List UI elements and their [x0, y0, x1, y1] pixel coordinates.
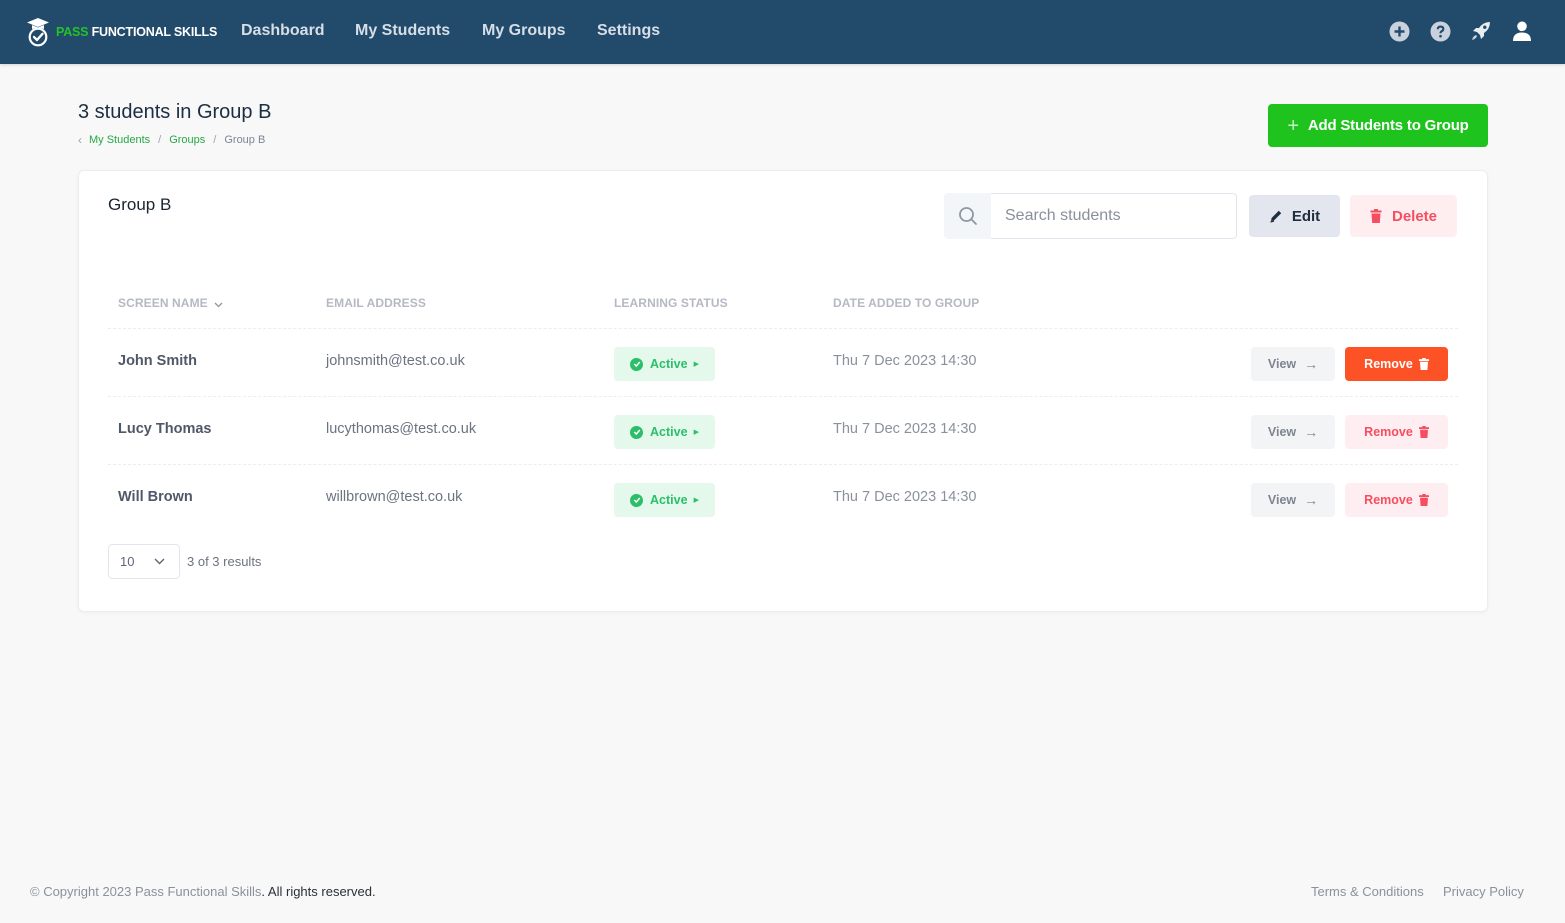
- add-students-to-group-button[interactable]: + Add Students to Group: [1268, 104, 1488, 147]
- status-badge[interactable]: Active ▶: [614, 347, 715, 381]
- logo[interactable]: PASS FUNCTIONAL SKILLS: [26, 17, 217, 47]
- trash-icon: [1418, 358, 1429, 370]
- delete-button[interactable]: Delete: [1350, 195, 1457, 237]
- logo-text-pass: PASS: [56, 25, 89, 39]
- table-row: Lucy Thomas lucythomas@test.co.uk Active…: [108, 397, 1458, 465]
- student-email: johnsmith@test.co.uk: [326, 353, 465, 369]
- logo-text: PASS FUNCTIONAL SKILLS: [56, 25, 217, 39]
- copyright-text: © Copyright 2023 Pass Functional Skills: [30, 884, 262, 899]
- logo-icon: [27, 18, 49, 47]
- chevron-left-icon[interactable]: ‹: [78, 133, 82, 147]
- breadcrumb-groups[interactable]: Groups: [169, 134, 205, 146]
- caret-right-icon: ▶: [693, 497, 699, 504]
- edit-button[interactable]: Edit: [1249, 195, 1340, 237]
- student-email: lucythomas@test.co.uk: [326, 421, 477, 437]
- status-badge[interactable]: Active ▶: [614, 415, 715, 449]
- chevron-down-icon: [214, 297, 223, 311]
- status-label: Active: [650, 493, 688, 507]
- remove-button[interactable]: Remove: [1345, 483, 1448, 517]
- date-added: Thu 7 Dec 2023 14:30: [833, 489, 977, 505]
- group-card: Group B Edit Delete Screen Name Email Ad…: [78, 170, 1488, 612]
- arrow-right-icon: →: [1304, 492, 1319, 508]
- student-email: willbrown@test.co.uk: [326, 489, 463, 505]
- nav-my-students[interactable]: My Students: [355, 22, 450, 40]
- rocket-icon[interactable]: [1470, 20, 1492, 42]
- date-added: Thu 7 Dec 2023 14:30: [833, 421, 977, 437]
- pagination: 10 3 of 3 results: [108, 544, 261, 579]
- remove-label: Remove: [1364, 425, 1413, 439]
- check-circle-icon: [630, 357, 644, 371]
- logo-text-rest: FUNCTIONAL SKILLS: [91, 25, 218, 39]
- remove-label: Remove: [1364, 357, 1413, 371]
- view-label: View: [1267, 425, 1297, 439]
- remove-button[interactable]: Remove: [1345, 347, 1448, 381]
- edit-label: Edit: [1291, 207, 1321, 225]
- status-badge[interactable]: Active ▶: [614, 483, 715, 517]
- top-navbar: PASS FUNCTIONAL SKILLS Dashboard My Stud…: [0, 0, 1565, 64]
- remove-label: Remove: [1364, 493, 1413, 507]
- breadcrumb-my-students[interactable]: My Students: [89, 134, 150, 146]
- view-button[interactable]: View →: [1251, 347, 1335, 381]
- footer-privacy-link[interactable]: Privacy Policy: [1443, 884, 1524, 899]
- column-header-learning-status: Learning Status: [614, 296, 728, 310]
- rights-text: . All rights reserved.: [261, 884, 376, 899]
- trash-icon: [1418, 426, 1429, 438]
- arrow-right-icon: →: [1304, 424, 1319, 440]
- student-name: Lucy Thomas: [118, 421, 212, 437]
- pencil-icon: [1270, 210, 1282, 223]
- trash-icon: [1418, 494, 1429, 506]
- view-button[interactable]: View →: [1251, 483, 1335, 517]
- student-name: Will Brown: [118, 489, 193, 505]
- delete-label: Delete: [1391, 207, 1438, 225]
- footer-copyright: © Copyright 2023 Pass Functional Skills.…: [30, 884, 376, 899]
- trash-icon: [1370, 209, 1382, 223]
- arrow-right-icon: →: [1304, 356, 1319, 372]
- table-row: Will Brown willbrown@test.co.uk Active ▶…: [108, 465, 1458, 533]
- help-icon[interactable]: [1429, 20, 1451, 42]
- search-input[interactable]: [991, 193, 1237, 239]
- caret-right-icon: ▶: [693, 429, 699, 436]
- search-box: [944, 193, 1238, 239]
- results-count: 3 of 3 results: [187, 554, 262, 569]
- remove-button[interactable]: Remove: [1345, 415, 1448, 449]
- status-label: Active: [650, 425, 688, 439]
- chevron-down-icon: [154, 558, 165, 565]
- nav-dashboard[interactable]: Dashboard: [241, 22, 325, 40]
- user-icon[interactable]: [1511, 20, 1533, 42]
- table-row: John Smith johnsmith@test.co.uk Active ▶…: [108, 329, 1458, 397]
- date-added: Thu 7 Dec 2023 14:30: [833, 353, 977, 369]
- search-icon: [944, 193, 991, 239]
- view-label: View: [1267, 357, 1297, 371]
- status-label: Active: [650, 357, 688, 371]
- breadcrumb: ‹ My Students / Groups / Group B: [78, 133, 265, 147]
- page-title: 3 students in Group B: [78, 101, 272, 123]
- check-circle-icon: [630, 493, 644, 507]
- breadcrumb-separator: /: [213, 134, 217, 146]
- nav-settings[interactable]: Settings: [597, 22, 660, 40]
- column-header-date-added: Date Added to Group: [833, 296, 980, 310]
- breadcrumb-current: Group B: [224, 134, 266, 146]
- breadcrumb-separator: /: [158, 134, 162, 146]
- column-header-email: Email Address: [326, 296, 426, 310]
- view-button[interactable]: View →: [1251, 415, 1335, 449]
- plus-icon: +: [1287, 114, 1299, 137]
- page-size-value: 10: [120, 554, 135, 569]
- caret-right-icon: ▶: [693, 361, 699, 368]
- plus-circle-icon[interactable]: [1388, 20, 1410, 42]
- page-size-select[interactable]: 10: [108, 544, 180, 579]
- view-label: View: [1267, 493, 1297, 507]
- check-circle-icon: [630, 425, 644, 439]
- column-header-screen-name[interactable]: Screen Name: [118, 296, 223, 311]
- column-header-label: Screen Name: [118, 296, 208, 310]
- nav-my-groups[interactable]: My Groups: [482, 22, 566, 40]
- student-name: John Smith: [118, 353, 197, 369]
- card-title: Group B: [108, 195, 172, 214]
- add-students-label: Add Students to Group: [1307, 117, 1469, 134]
- footer-terms-link[interactable]: Terms & Conditions: [1311, 884, 1424, 899]
